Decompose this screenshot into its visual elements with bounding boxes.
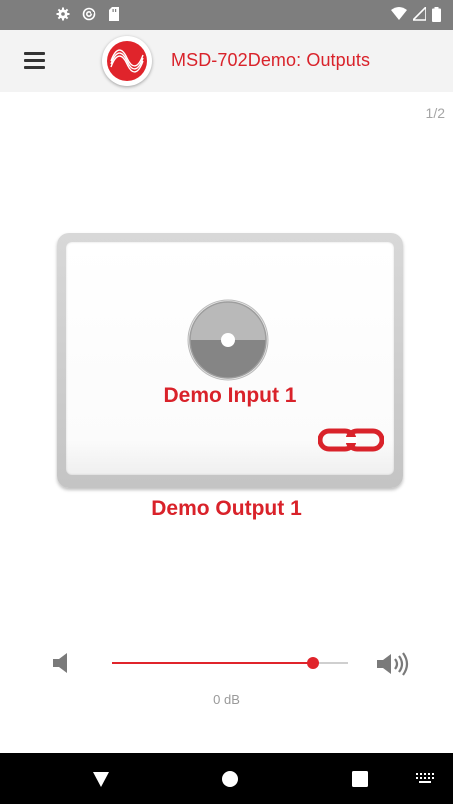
volume-slider[interactable] — [112, 654, 348, 672]
input-name: Demo Input 1 — [163, 384, 297, 407]
hamburger-menu-icon[interactable] — [22, 48, 48, 74]
slider-thumb[interactable] — [306, 657, 319, 669]
output-name: Demo Output 1 — [151, 497, 302, 520]
home-icon[interactable] — [221, 770, 239, 793]
brand-logo — [102, 36, 152, 86]
status-right-icons — [391, 7, 441, 22]
system-nav-bar — [0, 753, 453, 804]
battery-icon — [432, 7, 441, 22]
slider-fill — [112, 662, 313, 664]
speaker-high-icon[interactable] — [375, 651, 411, 682]
signal-icon — [413, 7, 426, 22]
page-title: MSD-702Demo: Outputs — [171, 50, 371, 70]
disc-icon — [187, 299, 269, 386]
gear-icon — [56, 7, 70, 21]
output-card-face: Demo Input 1 — [66, 242, 394, 475]
brand-wave-logo — [107, 41, 147, 81]
speaker-low-icon[interactable] — [50, 651, 74, 680]
recents-icon[interactable] — [351, 770, 369, 793]
back-icon[interactable] — [92, 770, 110, 793]
page-indicator: 1/2 — [425, 105, 445, 121]
output-card[interactable]: Demo Input 1 — [57, 233, 403, 488]
status-left-icons — [56, 7, 120, 21]
chain-link-icon[interactable] — [317, 426, 385, 459]
sync-icon — [82, 7, 96, 21]
sd-card-icon — [108, 7, 120, 21]
status-bar — [0, 0, 453, 30]
keyboard-icon[interactable] — [416, 772, 434, 790]
volume-level-label: 0 dB — [213, 692, 240, 707]
wifi-icon — [391, 7, 407, 22]
app-bar: MSD-702Demo: Outputs — [0, 30, 453, 92]
